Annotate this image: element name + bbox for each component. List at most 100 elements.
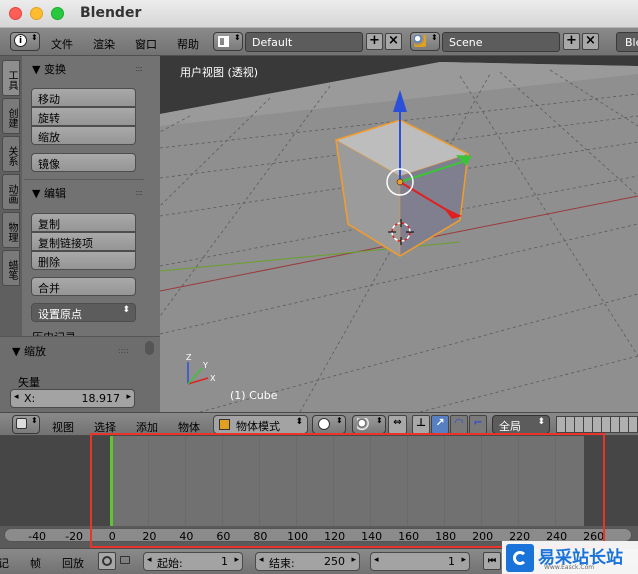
- scene-selector[interactable]: ⬍: [410, 32, 440, 51]
- viewport-shading-selector[interactable]: ⬍: [312, 415, 346, 434]
- tab-animation[interactable]: 动画: [2, 174, 20, 210]
- watermark: 易采站长站 Www.Easck.Com: [502, 541, 638, 574]
- operator-panel-header[interactable]: ▼ 缩放: [12, 343, 46, 359]
- vector-x-label: X:: [24, 392, 36, 405]
- set-origin-dropdown[interactable]: 设置原点 ⬍: [31, 303, 136, 322]
- delete-button[interactable]: 删除: [31, 251, 136, 270]
- viewport-view-label: 用户视图 (透视): [180, 66, 259, 79]
- menu-playback[interactable]: 回放: [62, 555, 84, 571]
- chevron-updown-icon: ⬍: [376, 416, 383, 425]
- close-window-button[interactable]: [9, 7, 22, 20]
- operator-panel-scrollbar[interactable]: [145, 341, 154, 355]
- editor-type-selector[interactable]: i ⬍: [10, 32, 40, 51]
- tab-grease-pencil[interactable]: 蜡笔: [2, 250, 20, 286]
- screen-layout-field[interactable]: Default: [245, 32, 363, 52]
- panel-grip-icon[interactable]: ::::: [135, 188, 143, 197]
- tab-tools[interactable]: 工具: [2, 60, 20, 96]
- menu-window[interactable]: 窗口: [135, 36, 157, 52]
- start-frame-label: 起始:: [157, 557, 183, 570]
- vector-label: 矢量: [18, 376, 40, 389]
- vector-x-field[interactable]: ◂ X: 18.917 ▸: [10, 389, 135, 408]
- add-layout-button[interactable]: +: [366, 33, 383, 50]
- move-button[interactable]: 移动: [31, 88, 136, 107]
- menu-help[interactable]: 帮助: [177, 36, 199, 52]
- gizmo-x-label: X: [210, 374, 216, 383]
- start-frame-field[interactable]: ◂ 起始: 1 ▸: [143, 552, 243, 571]
- current-frame-field[interactable]: ◂ 1 ▸: [370, 552, 470, 571]
- manipulate-centers-button[interactable]: ⇔: [388, 415, 407, 434]
- menu-marker[interactable]: 记: [0, 555, 9, 571]
- menu-view[interactable]: 视图: [52, 419, 74, 435]
- lock-icon[interactable]: [120, 556, 130, 564]
- translate-manipulator-button[interactable]: ↗: [431, 415, 449, 434]
- vector-x-value: 18.917: [81, 392, 121, 405]
- cube-icon: [16, 418, 27, 429]
- chevron-right-icon: ▸: [234, 555, 239, 565]
- chevron-updown-icon: ⬍: [537, 417, 545, 427]
- add-scene-button[interactable]: +: [563, 33, 580, 50]
- rotate-manipulator-button[interactable]: ◠: [450, 415, 468, 434]
- tab-physics[interactable]: 物理: [2, 212, 20, 248]
- shading-solid-icon: [318, 418, 330, 430]
- menu-frame[interactable]: 帧: [30, 555, 41, 571]
- screen-layout-selector[interactable]: ⬍: [213, 32, 243, 51]
- watermark-logo-icon: [506, 544, 534, 572]
- chevron-updown-icon: ⬍: [31, 33, 38, 42]
- gizmo-y-label: Y: [203, 361, 208, 370]
- window-title-bar: Blender: [0, 0, 638, 28]
- interaction-mode-dropdown[interactable]: 物体模式 ⬍: [213, 415, 308, 434]
- end-frame-field[interactable]: ◂ 结束: 250 ▸: [255, 552, 360, 571]
- jump-to-start-button[interactable]: ⏮: [483, 552, 501, 570]
- end-frame-label: 结束:: [269, 557, 295, 570]
- chevron-updown-icon: ⬍: [122, 305, 130, 315]
- duplicate-button[interactable]: 复制: [31, 213, 136, 232]
- tab-create[interactable]: 创建: [2, 98, 20, 134]
- duplicate-linked-button[interactable]: 复制链接项: [31, 232, 136, 251]
- transform-orientation-label: 全局: [499, 420, 521, 433]
- chevron-left-icon: ◂: [147, 555, 152, 565]
- panel-grip-icon[interactable]: ::::: [135, 64, 143, 73]
- chevron-right-icon: ▸: [461, 555, 466, 565]
- zoom-window-button[interactable]: [51, 7, 64, 20]
- chevron-left-icon: ◂: [374, 555, 379, 565]
- chevron-right-icon: ▸: [126, 392, 131, 402]
- set-origin-label: 设置原点: [38, 308, 82, 321]
- history-panel-header[interactable]: 历史记录: [32, 329, 76, 336]
- chevron-left-icon: ◂: [14, 392, 19, 402]
- remove-scene-button[interactable]: ×: [582, 33, 599, 50]
- edit-panel-header[interactable]: ▼ 编辑: [32, 185, 66, 201]
- scale-button[interactable]: 缩放: [31, 126, 136, 145]
- minimize-window-button[interactable]: [30, 7, 43, 20]
- current-frame-value: 1: [448, 555, 455, 568]
- transform-panel-header[interactable]: ▼ 变换: [32, 61, 66, 77]
- render-engine-field[interactable]: Ble: [616, 32, 638, 52]
- menu-render[interactable]: 渲染: [93, 36, 115, 52]
- tool-shelf-tabs: 工具 创建 关系 动画 物理 蜡笔: [0, 56, 22, 336]
- timeline-tick-label: -40: [28, 530, 47, 543]
- panel-grip-icon[interactable]: ::::: [118, 346, 129, 355]
- operator-panel: ▼ 缩放 :::: 矢量 ◂ X: 18.917 ▸: [0, 336, 160, 412]
- chevron-updown-icon: ⬍: [431, 33, 438, 42]
- pivot-point-selector[interactable]: ⬍: [352, 415, 386, 434]
- watermark-subtext: Www.Easck.Com: [544, 564, 595, 571]
- manipulator-toggle-button[interactable]: ⊥: [412, 415, 430, 434]
- viewport-editor-type-selector[interactable]: ⬍: [12, 415, 40, 434]
- timeline-highlight-box: [90, 433, 605, 548]
- viewport-object-label: (1) Cube: [230, 389, 278, 402]
- scale-manipulator-button[interactable]: ⌐: [469, 415, 487, 434]
- menu-file[interactable]: 文件: [51, 36, 73, 52]
- window-title: Blender: [80, 5, 142, 21]
- transform-orientation-dropdown[interactable]: 全局 ⬍: [492, 415, 550, 434]
- remove-layout-button[interactable]: ×: [385, 33, 402, 50]
- auto-keyframe-button[interactable]: [98, 552, 116, 570]
- scene-field[interactable]: Scene: [442, 32, 560, 52]
- object-mode-icon: [219, 419, 230, 430]
- chevron-updown-icon: ⬍: [234, 33, 241, 42]
- layer-buttons[interactable]: [556, 416, 638, 433]
- chevron-right-icon: ▸: [351, 555, 356, 565]
- mirror-button[interactable]: 镜像: [31, 153, 136, 172]
- tab-relations[interactable]: 关系: [2, 136, 20, 172]
- 3d-viewport[interactable]: 用户视图 (透视) (1) Cube Z Y X: [160, 56, 638, 412]
- rotate-button[interactable]: 旋转: [31, 107, 136, 126]
- join-button[interactable]: 合并: [31, 277, 136, 296]
